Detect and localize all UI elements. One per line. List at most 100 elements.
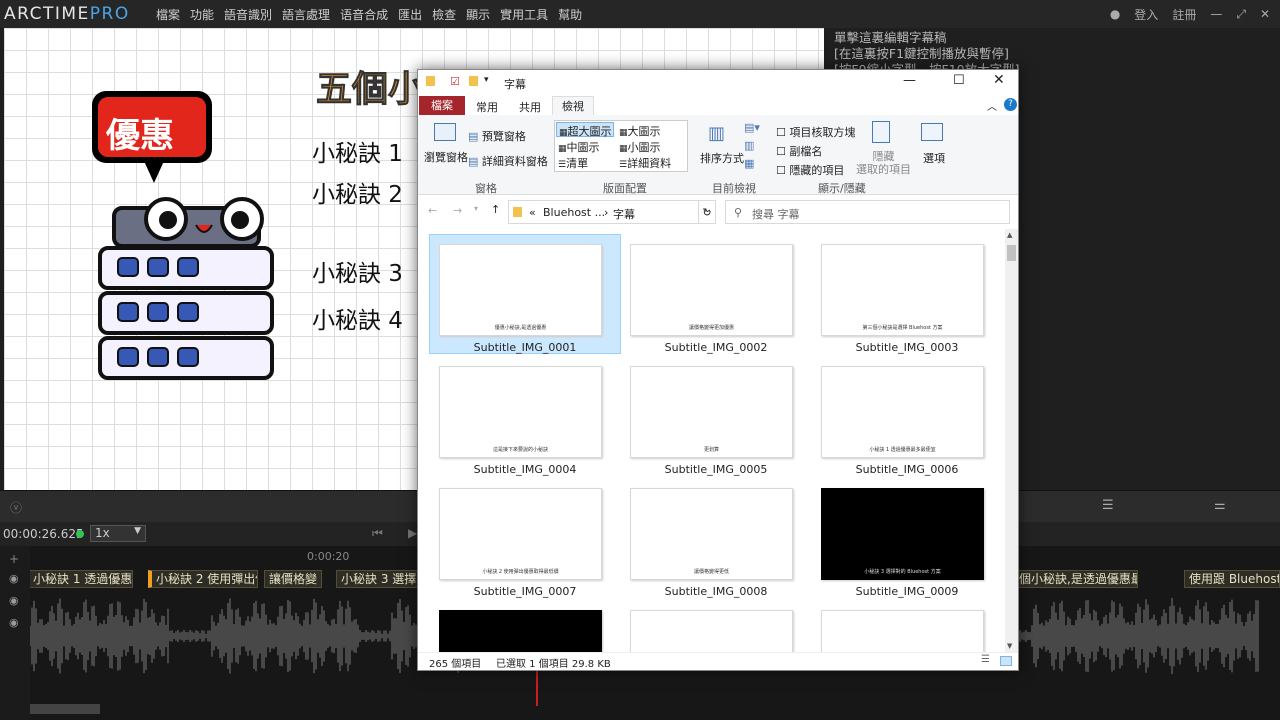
hide-selected-button[interactable]: 隱藏 選取的項目 [856, 150, 911, 176]
file-item[interactable]: 小秘訣 3 選擇對的 Bluehost 方案 Subtitle_IMG_0009 [812, 479, 1002, 598]
menu-item[interactable]: 檔案 [156, 6, 180, 23]
maximize-icon[interactable]: ⤢ [1236, 7, 1246, 22]
layout-list[interactable]: ☰清單 [558, 155, 588, 171]
scroll-thumb[interactable] [1007, 245, 1016, 261]
layout-large-icons[interactable]: ▦大圖示 [619, 123, 661, 139]
menu-item[interactable]: 語音識別 [224, 6, 272, 23]
up-icon[interactable]: ↑ [491, 203, 500, 216]
subtitle-block[interactable]: 小秘訣 2 使用彈出優 [148, 570, 258, 588]
minimize-icon[interactable]: — [903, 73, 916, 88]
minimize-icon[interactable]: — [1210, 7, 1222, 21]
ruler-label: 0:00:20 [307, 550, 350, 563]
sort-button[interactable]: 排序方式 [700, 150, 744, 166]
close-icon[interactable]: ✕ [993, 72, 1005, 88]
eye-icon[interactable]: ◉ [9, 572, 19, 585]
breadcrumb-parent[interactable]: Bluehost ... [543, 206, 605, 219]
status-dot [76, 530, 84, 538]
register-link[interactable]: 註冊 [1172, 6, 1196, 23]
tab-view[interactable]: 檢視 [552, 96, 594, 116]
back-icon[interactable]: ← [428, 204, 437, 217]
navigation-pane-icon[interactable] [434, 123, 456, 141]
tab-share[interactable]: 共用 [519, 99, 541, 115]
login-link[interactable]: 登入 [1134, 6, 1158, 23]
recent-chevron-icon[interactable]: ▾ [474, 204, 478, 213]
refresh-icon[interactable]: ↻ [698, 200, 716, 224]
subtitle-block[interactable]: 小秘訣 3 選擇 [336, 570, 418, 588]
add-columns-icon[interactable]: ▥ [744, 139, 754, 152]
forward-icon[interactable]: → [453, 204, 462, 217]
list-icon[interactable]: ☰ [1102, 498, 1114, 513]
menu-item[interactable]: 幫助 [558, 6, 582, 23]
search-box[interactable]: ⚲ 搜尋 字幕 [725, 200, 1010, 224]
file-item[interactable]: 優惠小秘訣,是透過優惠 Subtitle_IMG_0001 [429, 234, 621, 354]
chevron-down-icon[interactable]: ▾ [484, 75, 489, 85]
play-icon[interactable]: ▶ [408, 526, 417, 540]
eye-icon[interactable]: ◉ [9, 594, 19, 607]
file-item[interactable] [430, 601, 620, 652]
file-item[interactable] [812, 601, 1002, 652]
prev-frame-icon[interactable]: ⏮ [372, 526, 383, 541]
preview-pane-button[interactable]: ▤ 預覽窗格 [468, 128, 526, 144]
item-count: 265 個項目 [429, 659, 482, 670]
menu-item[interactable]: 語言處理 [282, 6, 330, 23]
menu-item[interactable]: 檢查 [432, 6, 456, 23]
extension-checkbox-toggle[interactable]: ☐ 副檔名 [776, 143, 822, 159]
play-mode-icon[interactable]: ⓥ [10, 499, 22, 516]
vertical-scrollbar[interactable]: ▲ ▼ [1005, 229, 1018, 652]
settings-sliders-icon[interactable]: ⚌ [1214, 498, 1226, 513]
breadcrumb-current[interactable]: 字幕 [613, 206, 635, 222]
hide-selected-icon[interactable] [872, 121, 890, 143]
file-item[interactable]: 這是接下來要說的小秘訣 Subtitle_IMG_0004 [430, 357, 620, 476]
maximize-icon[interactable]: ☐ [953, 73, 965, 88]
size-columns-icon[interactable]: ▦ [744, 157, 754, 170]
layout-extra-large-icons[interactable]: ▦超大圖示 [556, 122, 614, 138]
menu-item[interactable]: 功能 [190, 6, 214, 23]
options-button[interactable]: 選項 [923, 150, 945, 166]
file-explorer-window[interactable]: ☑ ▾ 字幕 — ☐ ✕ 檔案 常用 共用 檢視 ︿ ? 瀏覽窗格 ▤ 預覽窗格… [417, 69, 1019, 671]
file-item[interactable] [621, 601, 811, 652]
details-view-icon[interactable]: ☰ [981, 654, 990, 665]
file-thumbnail: 第三個小秘訣是選擇 Bluehost 方案 [821, 244, 984, 336]
large-icons-view-icon[interactable] [1000, 656, 1012, 666]
file-item[interactable]: 讓價格變得更低 Subtitle_IMG_0008 [621, 479, 811, 598]
layout-medium-icons[interactable]: ▦中圖示 [558, 139, 600, 155]
sort-icon[interactable]: ▥ [708, 123, 725, 144]
tab-file[interactable]: 檔案 [419, 96, 465, 115]
file-grid[interactable]: 優惠小秘訣,是透過優惠 Subtitle_IMG_0001 讓價格變得更加優惠 Sub… [418, 229, 1004, 652]
subtitle-block[interactable]: 讓價格變 [264, 570, 322, 588]
eye-icon[interactable]: ◉ [9, 616, 19, 629]
file-item[interactable]: 讓價格變得更加優惠 Subtitle_IMG_0002 [621, 235, 811, 354]
menu-item[interactable]: 匯出 [398, 6, 422, 23]
file-item[interactable]: 更划算 Subtitle_IMG_0005 [621, 357, 811, 476]
properties-icon[interactable]: ☑ [450, 75, 460, 88]
close-icon[interactable]: ✕ [1260, 7, 1270, 21]
file-item[interactable]: 小秘訣 1 透過優惠最多最便宜 Subtitle_IMG_0006 [812, 357, 1002, 476]
file-item[interactable]: 第三個小秘訣是選擇 Bluehost 方案 Subtitle_IMG_0003 [812, 235, 1002, 354]
scroll-down-icon[interactable]: ▼ [1007, 642, 1012, 650]
menu-item[interactable]: 顯示 [466, 6, 490, 23]
subtitle-block[interactable]: 個小秘訣,是透過優惠最 [1014, 570, 1138, 588]
layout-details[interactable]: ☰詳細資料 [619, 155, 671, 171]
help-icon[interactable]: ? [1004, 98, 1017, 111]
options-icon[interactable] [921, 123, 943, 141]
details-pane-button[interactable]: ▤ 詳細資料窗格 [468, 153, 548, 169]
subtitle-block[interactable]: 小秘訣 1 透過優惠最 [28, 570, 133, 588]
add-track-icon[interactable]: + [9, 552, 19, 566]
timeline-scrollbar[interactable] [30, 704, 100, 714]
hidden-items-checkbox-toggle[interactable]: ☐ 隱藏的項目 [776, 162, 844, 178]
subtitle-block[interactable]: 使用跟 Bluehost [1184, 570, 1280, 588]
group-by-icon[interactable]: ▤▾ [744, 121, 760, 134]
new-folder-icon[interactable] [469, 76, 478, 86]
ribbon-collapse-icon[interactable]: ︿ [987, 98, 997, 113]
tab-home[interactable]: 常用 [476, 99, 498, 115]
layout-small-icons[interactable]: ▦小圖示 [619, 139, 661, 155]
file-item[interactable]: 小秘訣 2 使用彈出優惠取得最低價 Subtitle_IMG_0007 [430, 479, 620, 598]
menu-item[interactable]: 语音合成 [340, 6, 388, 23]
scroll-up-icon[interactable]: ▲ [1007, 231, 1012, 239]
address-bar[interactable]: « Bluehost ... › 字幕 ⌄ [508, 200, 716, 224]
speed-select[interactable]: 1x ▼ [90, 525, 146, 542]
breadcrumb-overflow[interactable]: « [529, 206, 536, 219]
item-checkbox-toggle[interactable]: ☐ 項目核取方塊 [776, 124, 855, 140]
navigation-pane-button[interactable]: 瀏覽窗格 [424, 149, 468, 165]
menu-item[interactable]: 實用工具 [500, 6, 548, 23]
